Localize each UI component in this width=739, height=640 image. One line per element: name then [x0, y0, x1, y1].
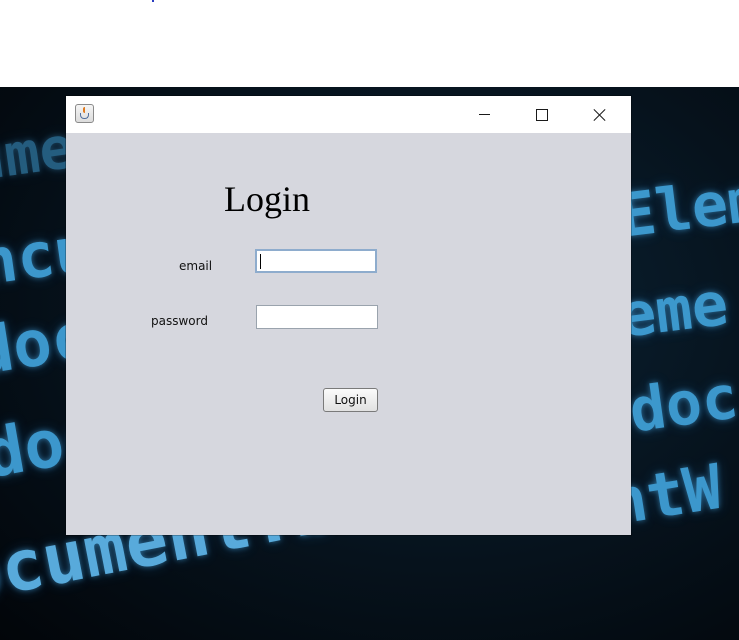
page-title: Login [224, 179, 310, 219]
close-icon [593, 108, 607, 122]
login-window: Login email password Login [66, 96, 631, 535]
maximize-button[interactable] [513, 96, 571, 133]
java-icon[interactable] [75, 104, 94, 123]
maximize-icon [536, 108, 548, 121]
screen: ume ncument docume docume ocument.body.c… [0, 0, 739, 640]
close-button[interactable] [571, 96, 629, 133]
password-label: password [151, 314, 208, 328]
email-field[interactable] [255, 249, 377, 273]
title-bar[interactable] [66, 96, 631, 133]
password-field[interactable] [256, 305, 378, 329]
code-text: eme [615, 269, 732, 352]
email-label: email [179, 259, 213, 273]
code-text: Elem [615, 164, 739, 252]
minimize-icon [478, 114, 490, 115]
text-caret [260, 254, 261, 269]
minimize-button[interactable] [455, 96, 513, 133]
java-cup-icon [80, 113, 89, 119]
login-button[interactable]: Login [323, 388, 378, 412]
stray-dot [152, 0, 154, 2]
code-text: doc [625, 362, 739, 447]
login-form-panel: Login email password Login [66, 133, 631, 535]
